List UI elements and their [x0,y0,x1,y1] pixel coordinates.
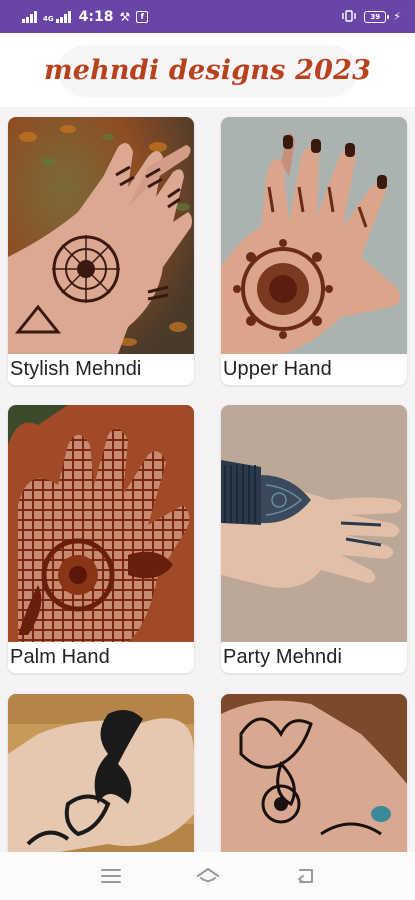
system-nav-bar [0,852,415,900]
app-title: mehndi designs 2023 [43,54,372,86]
network-label: 4G [43,14,54,23]
status-left: 4G 4:18 ⚒ f [22,8,149,25]
category-card-stylish-mehndi[interactable]: Stylish Mehndi [8,117,194,385]
app-notification-icon: f [136,10,149,23]
category-card-palm-hand[interactable]: Palm Hand [8,405,194,673]
hand-mehndi-image-5 [8,694,194,854]
category-label: Party Mehndi [221,642,407,673]
category-label: Palm Hand [8,642,194,673]
signal-icon [22,10,37,23]
app-header: mehndi designs 2023 [0,33,415,107]
menu-button[interactable] [91,856,131,896]
category-label: Stylish Mehndi [8,354,194,385]
butterfly-mehndi-image-6 [221,694,407,854]
palm-hand-image [8,405,194,642]
home-button[interactable] [188,856,228,896]
home-icon [196,868,219,882]
upper-hand-image [221,117,407,354]
category-card-6[interactable] [221,694,407,854]
category-card-party-mehndi[interactable]: Party Mehndi [221,405,407,673]
back-button[interactable] [285,856,325,896]
tools-icon: ⚒ [119,9,131,24]
battery-level: 39 [370,12,381,21]
category-label: Upper Hand [221,354,407,385]
status-right: 39 ⚡ [341,7,401,26]
vibrate-icon [341,7,357,26]
status-bar: 4G 4:18 ⚒ f 39 ⚡ [0,0,415,33]
category-card-5[interactable] [8,694,194,854]
category-card-upper-hand[interactable]: Upper Hand [221,117,407,385]
status-time: 4:18 [78,8,114,25]
back-icon [297,869,313,883]
signal-icon-2 [55,10,71,23]
battery-icon: 39 [364,10,390,23]
charging-icon: ⚡ [393,10,401,23]
party-mehndi-image [221,405,407,642]
stylish-mehndi-image [8,117,194,354]
menu-icon [100,869,121,883]
